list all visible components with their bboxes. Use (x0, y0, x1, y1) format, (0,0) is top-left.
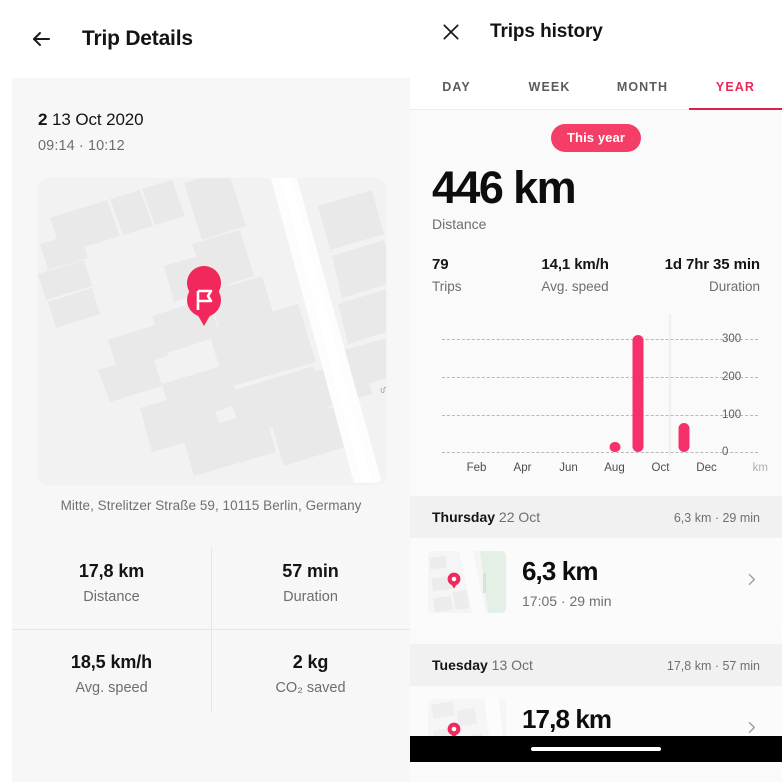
chart-x-tick-label: Aug (604, 462, 625, 475)
close-icon[interactable] (438, 19, 464, 45)
stat-co2-label: CO₂ saved (275, 680, 346, 696)
day-header-daydate: 13 Oct (491, 657, 533, 674)
chart-gridline (442, 339, 758, 341)
tab-week[interactable]: WEEK (503, 64, 596, 109)
map-thumbnail (428, 551, 506, 614)
summary-mini-stats: 79 Trips 14,1 km/h Avg. speed 1d 7hr 35 … (432, 256, 760, 294)
list-item-distance: 17,8 km (522, 703, 612, 734)
trips-history-title: Trips history (490, 21, 603, 42)
summary-duration-value: 1d 7hr 35 min (664, 256, 761, 274)
day-header-weekday: Thursday (432, 509, 496, 526)
chart-x-tick-label: Feb (466, 462, 487, 475)
page-title: Trip Details (82, 27, 193, 50)
trip-day-number: 2 (38, 110, 48, 129)
summary-trips: 79 Trips (432, 256, 541, 294)
tab-month[interactable]: MONTH (596, 64, 689, 109)
trips-history-scroll[interactable]: This year 446 km Distance 79 Trips 14,1 … (410, 110, 782, 782)
summary-speed-value: 14,1 km/h (541, 256, 609, 274)
chart-y-tick-label: 0 (722, 446, 729, 459)
app-screenshot: Trip Details 2 13 Oct 2020 09:14 · 10:12 (0, 0, 782, 782)
chart-gridline (442, 452, 758, 454)
summary-duration: 1d 7hr 35 min Duration (651, 256, 761, 295)
map-graphic: S (38, 178, 386, 483)
chevron-right-icon[interactable] (743, 571, 764, 593)
home-indicator-bar (410, 736, 782, 762)
trip-details-body: 2 13 Oct 2020 09:14 · 10:12 S Mitte, Str… (12, 78, 410, 782)
chart-bar[interactable] (678, 422, 689, 453)
day-header: Thursday 22 Oct 6,3 km · 29 min (410, 496, 782, 539)
tab-year[interactable]: YEAR (689, 64, 782, 110)
chart-y-tick-label: 100 (722, 408, 742, 421)
period-pill-row: This year (410, 110, 782, 152)
chart-y-tick-label: 200 (722, 370, 742, 383)
stat-duration-label: Duration (283, 589, 338, 605)
stat-co2-saved: 2 kg CO₂ saved (211, 629, 410, 720)
summary-speed-label: Avg. speed (541, 279, 609, 295)
trip-time-range: 09:14 · 10:12 (38, 138, 125, 154)
stat-avg-speed-value: 18,5 km/h (70, 652, 153, 672)
home-indicator[interactable] (531, 747, 661, 751)
chart-x-tick-label: Jun (559, 462, 578, 475)
period-tabs: DAY WEEK MONTH YEAR (410, 64, 782, 110)
list-item[interactable]: 6,3 km 17:05 · 29 min (410, 538, 782, 627)
stat-co2-value: 2 kg (292, 652, 329, 672)
stat-distance-value: 17,8 km (78, 561, 145, 581)
trip-stats-grid: 17,8 km Distance 57 min Duration 18,5 km… (12, 539, 410, 720)
trip-date: 13 Oct 2020 (51, 110, 144, 129)
chart-y-tick-label: 300 (722, 333, 742, 346)
stat-distance: 17,8 km Distance (12, 539, 211, 629)
summary-block: 446 km Distance 79 Trips 14,1 km/h Avg. … (410, 152, 782, 295)
chart-gridline (442, 414, 758, 416)
trips-history-screen: Trips history DAY WEEK MONTH YEAR This y… (410, 0, 782, 782)
stat-avg-speed: 18,5 km/h Avg. speed (12, 629, 211, 720)
chart-today-marker (669, 314, 671, 457)
trip-date-line: 2 13 Oct 2020 (38, 110, 410, 130)
stat-distance-label: Distance (83, 589, 140, 605)
chart-bar[interactable] (632, 334, 643, 453)
this-year-pill[interactable]: This year (551, 124, 641, 152)
summary-trips-label: Trips (432, 279, 462, 295)
stat-duration: 57 min Duration (211, 539, 410, 629)
stat-duration-value: 57 min (282, 561, 339, 581)
chart-unit-label: km (752, 462, 768, 475)
day-header-totals: 6,3 km · 29 min (673, 511, 760, 526)
list-item-info: 6,3 km 17:05 · 29 min (522, 556, 727, 609)
day-header-date: Thursday 22 Oct (432, 509, 540, 525)
trip-groups: Thursday 22 Oct 6,3 km · 29 min 6,3 km 1… (410, 496, 782, 775)
summary-distance-label: Distance (432, 216, 487, 233)
back-arrow-icon[interactable] (26, 24, 56, 54)
tab-day[interactable]: DAY (410, 64, 503, 109)
trips-history-appbar: Trips history (410, 0, 782, 64)
stat-avg-speed-label: Avg. speed (75, 680, 148, 696)
day-header-daydate: 22 Oct (498, 509, 541, 526)
chart-gridline (442, 376, 758, 378)
summary-avg-speed: 14,1 km/h Avg. speed (541, 256, 650, 294)
trip-details-appbar: Trip Details (0, 0, 410, 78)
list-item-detail: 17:05 · 29 min (522, 592, 612, 609)
summary-distance-value: 446 km (432, 162, 577, 213)
chart-x-tick-label: Apr (513, 462, 532, 475)
trip-header: 2 13 Oct 2020 09:14 · 10:12 (12, 78, 410, 154)
day-header-totals: 17,8 km · 57 min (666, 659, 760, 674)
summary-trips-value: 79 (432, 256, 449, 274)
chart-x-tick-label: Oct (651, 462, 670, 475)
list-item-distance: 6,3 km (522, 555, 598, 586)
summary-duration-label: Duration (708, 279, 760, 295)
map-thumbnail-graphic (428, 551, 506, 614)
trip-address: Mitte, Strelitzer Straße 59, 10115 Berli… (60, 498, 362, 513)
day-header: Tuesday 13 Oct 17,8 km · 57 min (410, 644, 782, 687)
day-header-date: Tuesday 13 Oct (432, 657, 533, 673)
chart-x-tick-label: Dec (696, 462, 717, 475)
chart-bar[interactable] (609, 442, 620, 453)
chart-plot-area: 0 100 200 300 Feb Apr Jun Aug Oct Dec km (442, 314, 768, 474)
day-header-weekday: Tuesday (432, 657, 488, 674)
year-distance-chart[interactable]: 0 100 200 300 Feb Apr Jun Aug Oct Dec km (428, 314, 768, 478)
trip-map[interactable]: S (38, 178, 386, 483)
trip-details-screen: Trip Details 2 13 Oct 2020 09:14 · 10:12 (0, 0, 410, 782)
